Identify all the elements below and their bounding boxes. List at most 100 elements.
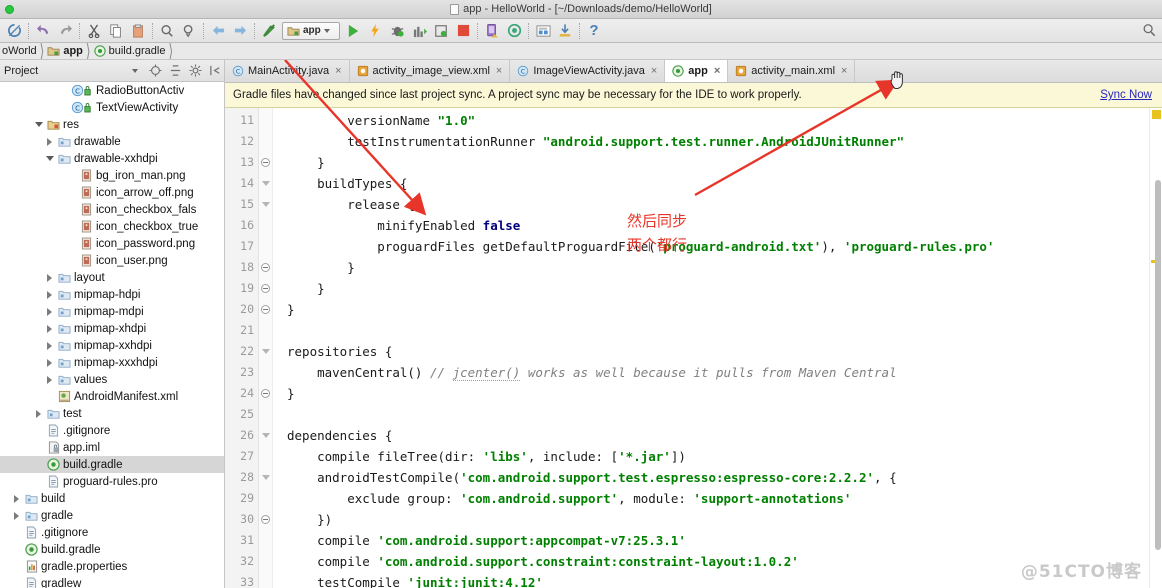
chevron-right-icon[interactable] — [44, 374, 55, 385]
fold-toggle-icon[interactable] — [259, 383, 272, 404]
breadcrumb-item-app[interactable]: app — [45, 45, 85, 57]
code-line[interactable]: versionName "1.0" — [281, 110, 1149, 131]
code-editor[interactable]: 11 12 13 14 15 16 17 18 19 20 21 22 23 24 25 26 27 28 29 30… — [225, 108, 1162, 588]
chevron-down-icon[interactable] — [126, 62, 144, 80]
code-line[interactable]: proguardFiles getDefaultProguardFile('pr… — [281, 236, 1149, 257]
tree-item[interactable]: gradle.properties — [0, 558, 224, 575]
chevron-right-icon[interactable] — [11, 493, 22, 504]
tree-item[interactable]: icon_checkbox_true — [0, 218, 224, 235]
replace-icon[interactable] — [178, 20, 200, 42]
code-line[interactable]: } — [281, 278, 1149, 299]
code-line[interactable]: mavenCentral() // jcenter() works as wel… — [281, 362, 1149, 383]
code-line[interactable]: release { — [281, 194, 1149, 215]
close-icon[interactable]: × — [841, 65, 847, 77]
avd-manager-icon[interactable] — [481, 20, 503, 42]
module-selector[interactable]: app — [282, 21, 340, 40]
code-line[interactable]: dependencies { — [281, 425, 1149, 446]
settings-gear-icon[interactable] — [186, 62, 204, 80]
hide-panel-icon[interactable] — [206, 62, 224, 80]
tree-item[interactable]: mipmap-xxhdpi — [0, 337, 224, 354]
editor-tab[interactable]: activity_main.xml × — [728, 60, 856, 82]
paste-icon[interactable] — [127, 20, 149, 42]
code-line[interactable]: compile 'com.android.support.constraint:… — [281, 551, 1149, 572]
fold-toggle-icon[interactable] — [259, 467, 272, 488]
code-line[interactable] — [281, 404, 1149, 425]
debug-icon[interactable] — [386, 20, 408, 42]
fold-toggle-icon[interactable] — [259, 278, 272, 299]
forward-icon[interactable] — [229, 20, 251, 42]
redo-icon[interactable] — [54, 20, 76, 42]
tree-item[interactable]: .gitignore — [0, 524, 224, 541]
chevron-right-icon[interactable] — [44, 323, 55, 334]
code-line[interactable]: exclude group: 'com.android.support', mo… — [281, 488, 1149, 509]
editor-tab[interactable]: app × — [665, 60, 729, 82]
code-line[interactable] — [281, 320, 1149, 341]
code-line[interactable]: repositories { — [281, 341, 1149, 362]
tree-item[interactable]: values — [0, 371, 224, 388]
fold-toggle-icon[interactable] — [259, 341, 272, 362]
tree-item[interactable]: gradlew — [0, 575, 224, 588]
breadcrumb-item-buildgradle[interactable]: build.gradle — [92, 45, 168, 57]
tree-item[interactable]: layout — [0, 269, 224, 286]
fold-toggle-icon[interactable] — [259, 152, 272, 173]
tree-item[interactable]: .gitignore — [0, 422, 224, 439]
editor-tab[interactable]: activity_image_view.xml × — [350, 60, 511, 82]
close-icon[interactable]: × — [496, 65, 502, 77]
breadcrumb-item-project[interactable]: oWorld — [0, 45, 39, 57]
fold-toggle-icon[interactable] — [259, 509, 272, 530]
tree-item[interactable]: proguard-rules.pro — [0, 473, 224, 490]
tree-item[interactable]: app.iml — [0, 439, 224, 456]
source-code[interactable]: versionName "1.0" testInstrumentationRun… — [281, 108, 1149, 588]
tree-item[interactable]: C RadioButtonActiv — [0, 82, 224, 99]
attach-debugger-icon[interactable] — [430, 20, 452, 42]
fold-toggle-icon[interactable] — [259, 425, 272, 446]
tree-item[interactable]: drawable — [0, 133, 224, 150]
code-line[interactable]: }) — [281, 509, 1149, 530]
code-line[interactable]: } — [281, 257, 1149, 278]
locate-icon[interactable] — [146, 62, 164, 80]
code-folding-gutter[interactable] — [259, 108, 273, 588]
tree-item[interactable]: build.gradle — [0, 456, 224, 473]
code-line[interactable]: compile 'com.android.support:appcompat-v… — [281, 530, 1149, 551]
editor-vertical-scrollbar[interactable] — [1155, 180, 1161, 550]
fold-toggle-icon[interactable] — [259, 194, 272, 215]
chevron-right-icon[interactable] — [33, 408, 44, 419]
chevron-right-icon[interactable] — [44, 306, 55, 317]
download-icon[interactable] — [554, 20, 576, 42]
tree-item[interactable]: test — [0, 405, 224, 422]
project-tree[interactable]: C RadioButtonActiv C TextViewActivity res dra… — [0, 82, 224, 588]
code-line[interactable]: testCompile 'junit:junit:4.12' — [281, 572, 1149, 588]
tree-item[interactable]: build.gradle — [0, 541, 224, 558]
tree-item[interactable]: mipmap-xxxhdpi — [0, 354, 224, 371]
close-icon[interactable]: × — [651, 65, 657, 77]
tree-item[interactable]: icon_arrow_off.png — [0, 184, 224, 201]
fold-toggle-icon[interactable] — [259, 173, 272, 194]
sync-now-link[interactable]: Sync Now — [1100, 89, 1154, 101]
tree-item[interactable]: AndroidManifest.xml — [0, 388, 224, 405]
apply-changes-icon[interactable] — [364, 20, 386, 42]
warning-marker[interactable] — [1152, 110, 1161, 119]
tree-item[interactable]: gradle — [0, 507, 224, 524]
editor-marker-strip[interactable] — [1149, 108, 1162, 588]
search-icon[interactable] — [1142, 23, 1156, 42]
chevron-down-icon[interactable] — [44, 153, 55, 164]
layout-inspector-icon[interactable] — [532, 20, 554, 42]
tree-item[interactable]: icon_user.png — [0, 252, 224, 269]
chevron-right-icon[interactable] — [44, 272, 55, 283]
chevron-right-icon[interactable] — [44, 136, 55, 147]
profile-icon[interactable] — [408, 20, 430, 42]
code-line[interactable]: } — [281, 383, 1149, 404]
tree-item[interactable]: mipmap-mdpi — [0, 303, 224, 320]
tree-item[interactable]: res — [0, 116, 224, 133]
close-icon[interactable]: × — [335, 65, 341, 77]
stop-icon[interactable] — [452, 20, 474, 42]
undo-icon[interactable] — [32, 20, 54, 42]
chevron-right-icon[interactable] — [44, 289, 55, 300]
tree-item[interactable]: icon_checkbox_fals — [0, 201, 224, 218]
build-hammer-icon[interactable] — [258, 20, 280, 42]
editor-tab[interactable]: C MainActivity.java × — [225, 60, 350, 82]
chevron-right-icon[interactable] — [44, 340, 55, 351]
code-line[interactable]: compile fileTree(dir: 'libs', include: [… — [281, 446, 1149, 467]
code-line[interactable]: minifyEnabled false — [281, 215, 1149, 236]
chevron-right-icon[interactable] — [44, 357, 55, 368]
